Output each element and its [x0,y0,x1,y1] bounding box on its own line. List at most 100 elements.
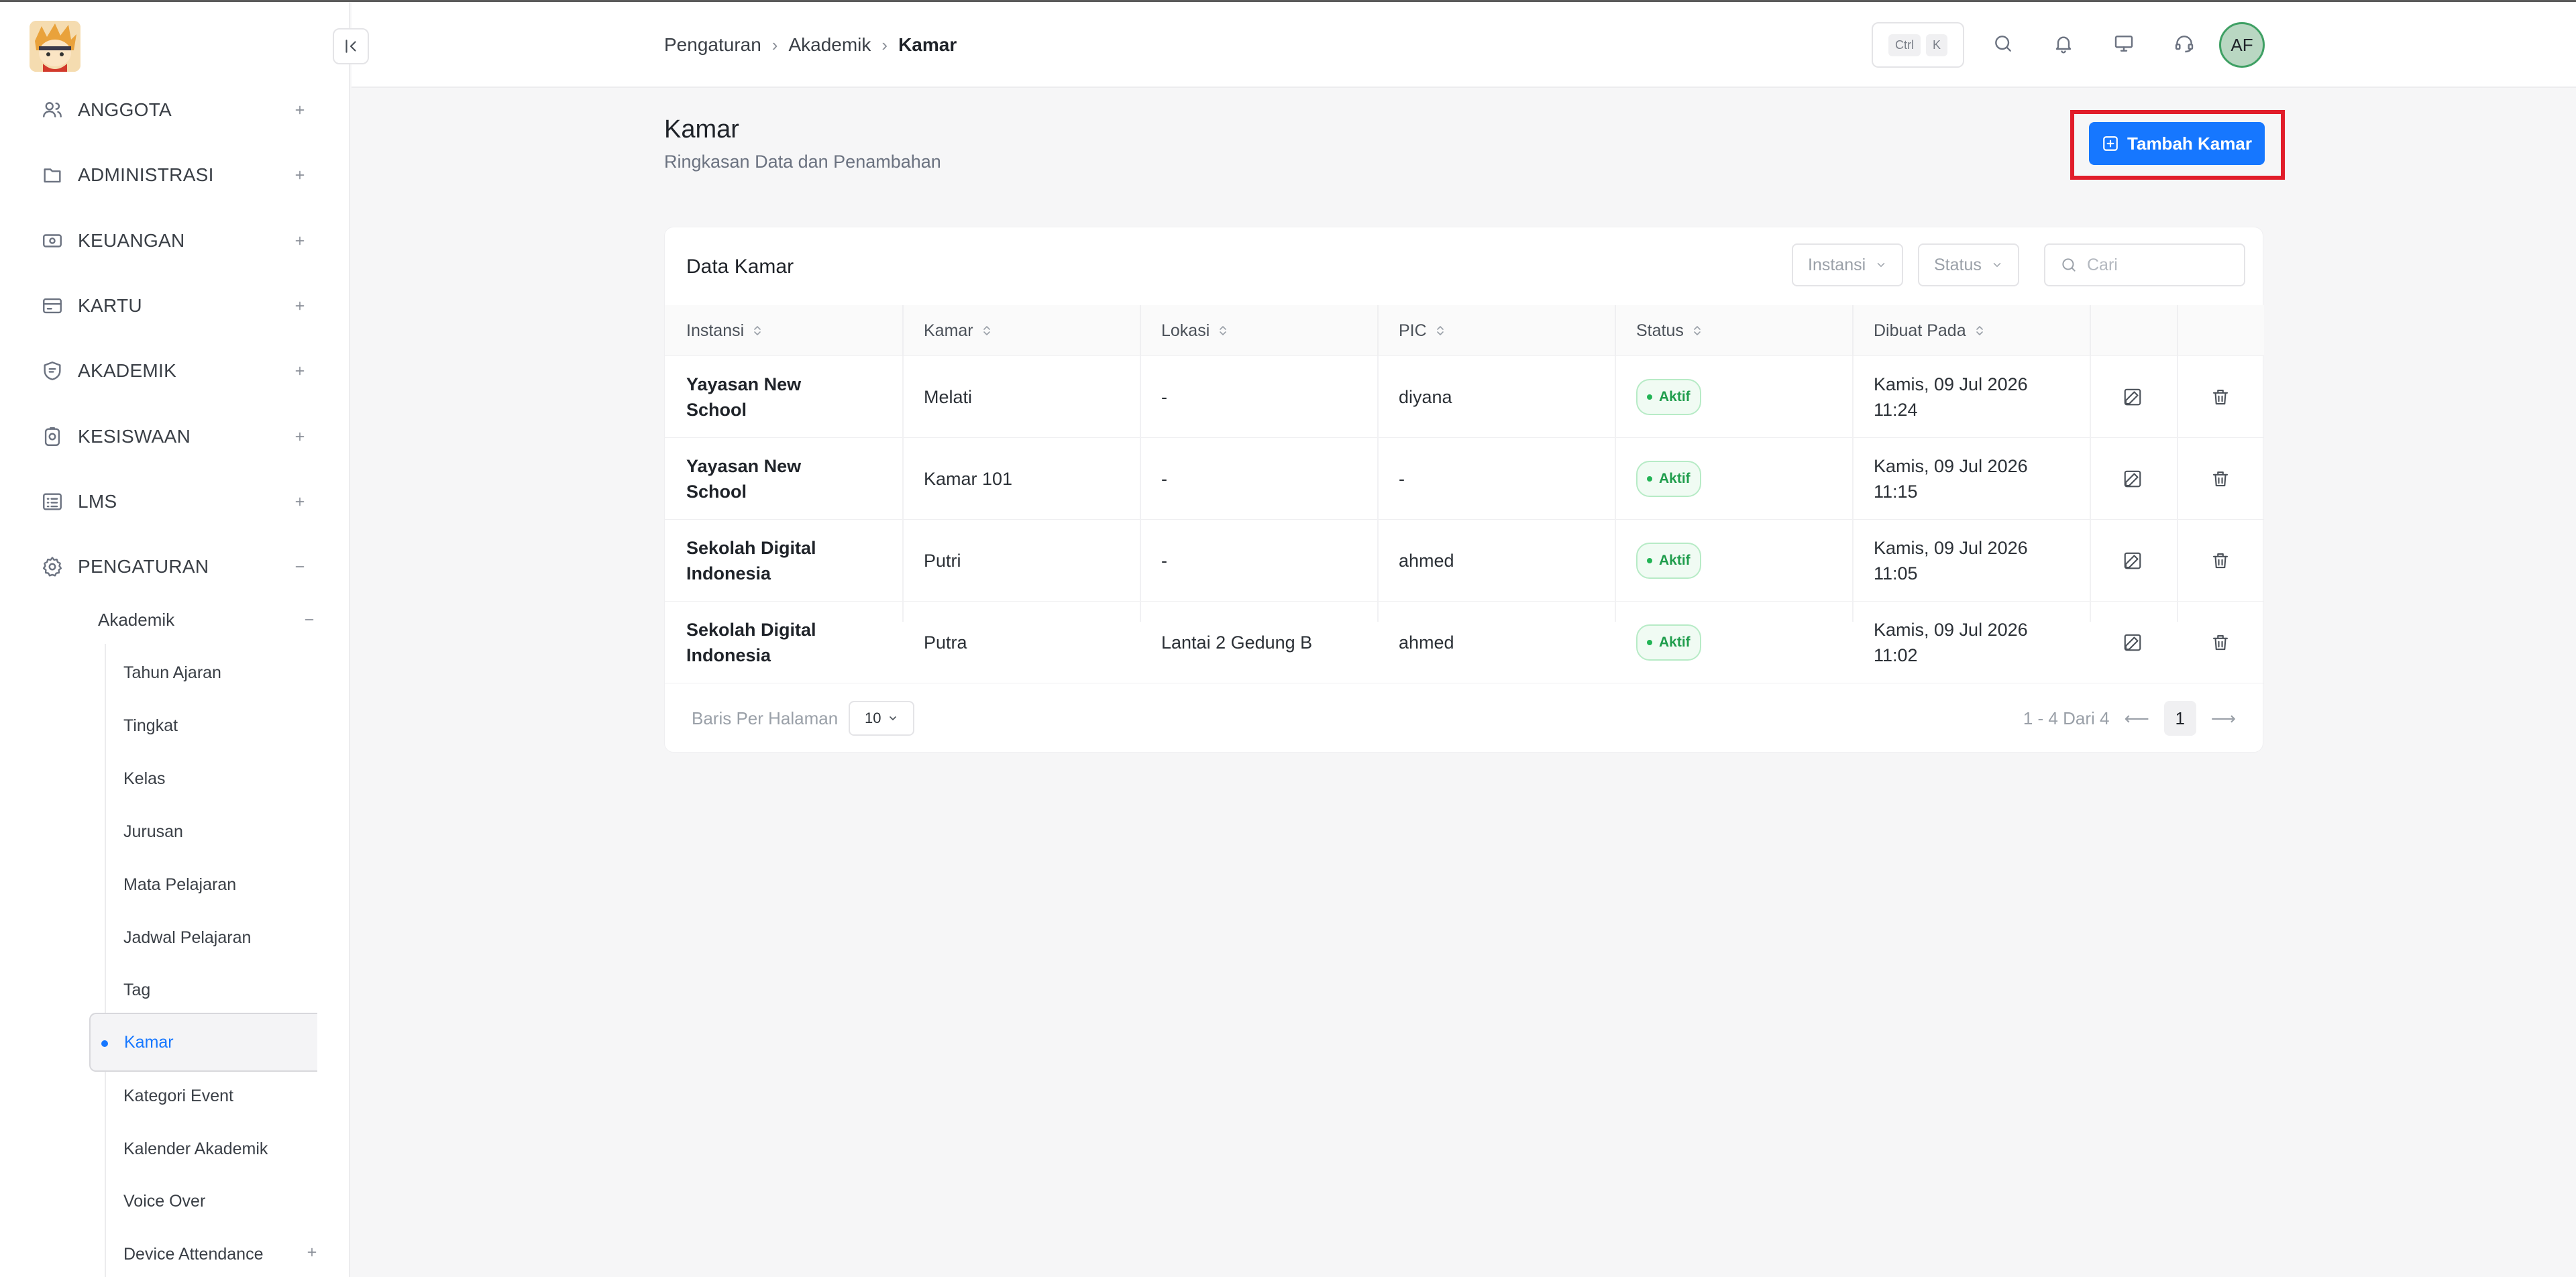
trash-icon[interactable] [2204,463,2237,495]
collapse-toggle[interactable] [299,610,319,630]
cell-kamar: Putri [924,551,961,571]
monitor-icon[interactable] [2109,29,2139,58]
card-icon [39,292,66,319]
sidebar-item-administrasi[interactable]: ADMINISTRASI [39,155,310,195]
sort-icon[interactable] [1218,324,1228,337]
status-dot [1647,394,1652,400]
expand-toggle[interactable] [290,427,310,447]
edit-icon[interactable] [2116,463,2149,495]
edit-icon[interactable] [2116,626,2149,659]
expand-toggle[interactable] [290,492,310,512]
sort-icon[interactable] [1974,324,1985,337]
rows-per-page-label: Baris Per Halaman [692,708,839,728]
sidebar-item-pengaturan[interactable]: PENGATURAN [39,547,310,587]
sidebar-item-label: ADMINISTRASI [78,164,214,185]
trash-icon[interactable] [2204,545,2237,577]
expand-toggle[interactable] [305,1245,319,1264]
cell-kamar: Putra [924,632,967,653]
column-header-dibuat-pada[interactable]: Dibuat Pada [1852,305,1985,356]
expand-toggle[interactable] [290,231,310,251]
status-badge: Aktif [1636,379,1701,415]
cell-status: Aktif [1615,356,1852,438]
table-row[interactable]: Sekolah Digital Indonesia Putri - ahmed Akti… [665,520,2264,602]
edit-icon[interactable] [2116,545,2149,577]
cell-kamar: Kamar 101 [924,469,1013,489]
shield-book-icon [39,357,66,384]
column-header-kamar[interactable]: Kamar [902,305,992,356]
page-button-current[interactable]: 1 [2163,701,2196,736]
table-row[interactable]: Yayasan New School Kamar 101 - - Aktif Kamis,… [665,438,2264,520]
column-header-label: PIC [1399,321,1427,340]
rows-per-page-select[interactable]: 10 [849,701,915,736]
sidebar-leaf-tingkat[interactable]: Tingkat [123,706,178,746]
trash-icon[interactable] [2204,626,2237,659]
sidebar-leaf-tag[interactable]: Tag [123,970,150,1010]
sidebar-item-akademik[interactable]: AKADEMIK [39,351,310,391]
sort-icon[interactable] [752,324,763,337]
sidebar-item-kartu[interactable]: KARTU [39,286,310,326]
app-logo[interactable] [30,21,80,72]
sidebar-leaf-device-attendance[interactable]: Device Attendance [123,1234,319,1274]
search-icon [2062,258,2076,272]
column-header-label: Instansi [686,321,745,340]
sidebar-leaf-kategori-event[interactable]: Kategori Event [123,1076,233,1116]
breadcrumb-item-pengaturan[interactable]: Pengaturan [664,34,761,56]
sidebar-item-lms[interactable]: LMS [39,482,310,522]
sidebar-leaf-jadwal-pelajaran[interactable]: Jadwal Pelajaran [123,918,251,958]
sort-icon[interactable] [1692,324,1703,337]
status-text: Aktif [1659,471,1690,486]
rows-per-page-value: 10 [864,710,881,726]
bell-icon[interactable] [2049,29,2078,58]
chevron-down-icon [1877,263,1885,268]
trash-icon[interactable] [2204,381,2237,413]
column-divider [1377,356,1379,622]
collapse-toggle[interactable] [290,557,310,577]
sort-icon[interactable] [981,324,992,337]
sidebar-subitem-akademik[interactable]: Akademik [98,603,319,636]
column-header-lokasi[interactable]: Lokasi [1140,305,1228,356]
plus-square-icon [2103,136,2118,151]
column-header-pic[interactable]: PIC [1377,305,1446,356]
search-input[interactable]: Cari [2044,243,2245,286]
sidebar-leaf-mata-pelajaran[interactable]: Mata Pelajaran [123,865,236,905]
list-icon [39,488,66,515]
users-icon [39,97,66,123]
expand-toggle[interactable] [290,100,310,120]
prev-page-arrow-icon[interactable]: ⟵ [2124,708,2149,729]
search-icon[interactable] [1988,29,2018,58]
edit-icon[interactable] [2116,381,2149,413]
command-palette-shortcut[interactable]: Ctrl K [1872,22,1964,68]
next-page-arrow-icon[interactable]: ⟶ [2211,708,2236,729]
sidebar-subitem-label: Akademik [98,609,175,630]
expand-toggle[interactable] [290,361,310,381]
sidebar-leaf-tahun-ajaran[interactable]: Tahun Ajaran [123,653,221,693]
expand-toggle[interactable] [290,165,310,185]
cell-status: Aktif [1615,602,1852,683]
sort-icon[interactable] [1435,324,1446,337]
column-header-status[interactable]: Status [1615,305,1703,356]
sidebar-item-keuangan[interactable]: KEUANGAN [39,221,310,261]
support-headset-icon[interactable] [2169,29,2199,58]
sidebar-leaf-kelas[interactable]: Kelas [123,759,166,799]
breadcrumb-item-akademik[interactable]: Akademik [788,34,871,56]
status-dot [1647,640,1652,645]
sidebar-leaf-kamar[interactable]: Kamar [89,1013,317,1072]
add-kamar-button[interactable]: Tambah Kamar [2089,122,2265,165]
cell-pic: ahmed [1399,551,1454,571]
plus-icon [295,301,305,311]
filter-status[interactable]: Status [1918,243,2019,286]
sidebar-leaf-voice-over[interactable]: Voice Over [123,1181,205,1221]
table-row[interactable]: Sekolah Digital Indonesia Putra Lantai 2 G… [665,602,2264,683]
sidebar-item-kesiswaan[interactable]: KESISWAAN [39,417,310,457]
sidebar-leaf-jurusan[interactable]: Jurusan [123,812,183,852]
user-avatar[interactable]: AF [2219,22,2265,68]
expand-toggle[interactable] [290,296,310,316]
sidebar-leaf-kalender-akademik[interactable]: Kalender Akademik [123,1129,268,1169]
filter-instansi[interactable]: Instansi [1792,243,1904,286]
column-header-instansi[interactable]: Instansi [665,305,763,356]
plus-icon [307,1247,317,1256]
sidebar-item-anggota[interactable]: ANGGOTA [39,90,310,130]
sidebar-collapse-button[interactable] [333,28,369,64]
cell-dibuat-pada: Kamis, 09 Jul 2026 11:15 [1874,456,2028,502]
table-row[interactable]: Yayasan New School Melati - diyana Aktif Kami… [665,356,2264,438]
